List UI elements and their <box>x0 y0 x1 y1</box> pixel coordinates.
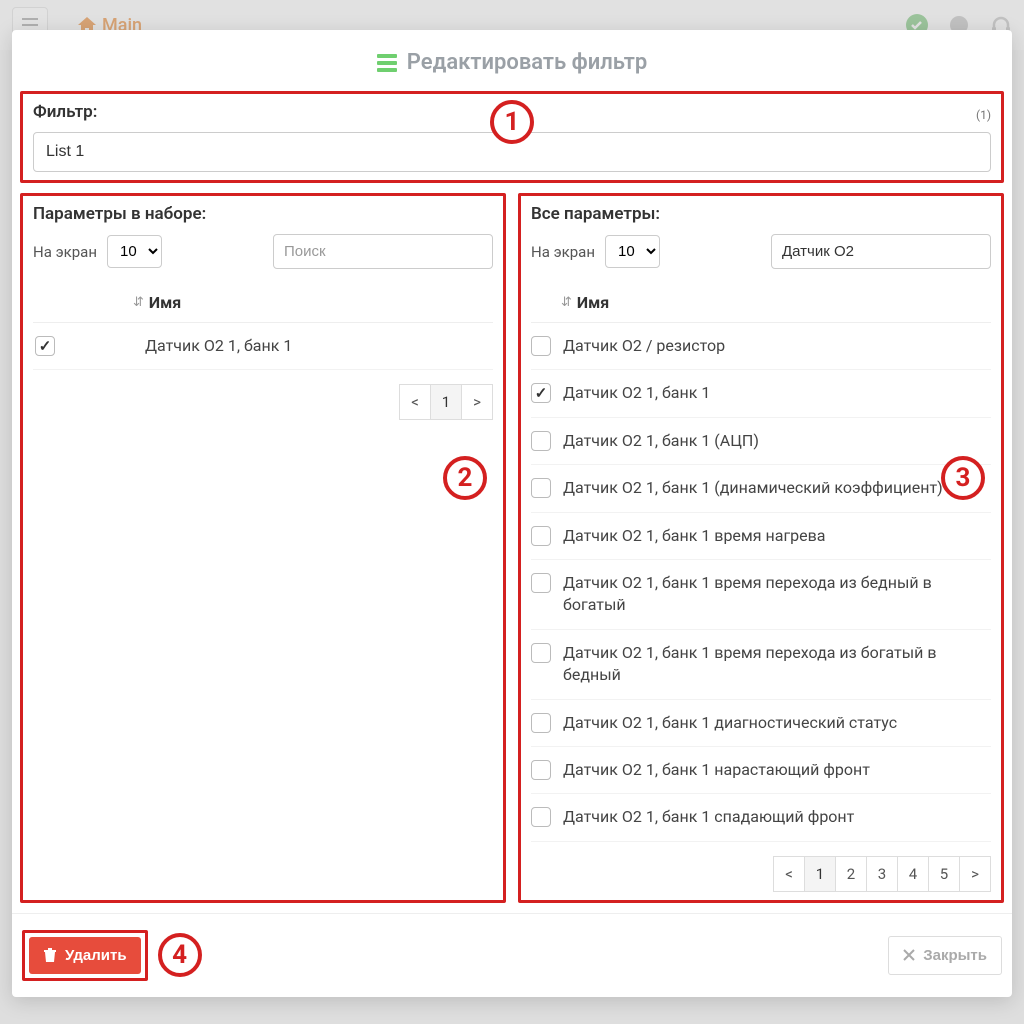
modal-title-text: Редактировать фильтр <box>407 50 647 75</box>
trash-icon <box>43 948 57 962</box>
param-label: Датчик O2 1, банк 1 нарастающий фронт <box>563 759 870 781</box>
param-row[interactable]: Датчик O2 1, банк 1 диагностический стат… <box>531 700 991 747</box>
filter-name-section: 1 Фильтр: (1) <box>20 91 1004 183</box>
filter-label: Фильтр: <box>33 102 97 122</box>
page-button[interactable]: 4 <box>897 856 929 892</box>
param-checkbox[interactable] <box>531 526 551 546</box>
params-in-set-panel: 2 Параметры в наборе: На экран 10 ⇵ Имя … <box>20 193 506 903</box>
page-button[interactable]: 1 <box>430 384 462 420</box>
panels-row: 2 Параметры в наборе: На экран 10 ⇵ Имя … <box>20 193 1004 903</box>
annotation-1: 1 <box>490 100 534 144</box>
param-checkbox[interactable] <box>531 760 551 780</box>
right-search-input[interactable] <box>771 234 991 269</box>
param-label: Датчик O2 1, банк 1 спадающий фронт <box>563 806 854 828</box>
params-in-set-title: Параметры в наборе: <box>33 204 493 224</box>
param-row[interactable]: Датчик O2 1, банк 1 время перехода из бо… <box>531 630 991 700</box>
annotation-3: 3 <box>941 456 985 500</box>
all-params-panel: 3 Все параметры: На экран 10 ⇵ Имя Датчи… <box>518 193 1004 903</box>
left-pagination-wrap: <1> <box>33 370 493 420</box>
param-label: Датчик O2 1, банк 1 (АЦП) <box>563 430 759 452</box>
left-param-list: Датчик O2 1, банк 1 <box>33 323 493 370</box>
param-label: Датчик O2 1, банк 1 время перехода из бе… <box>563 572 991 617</box>
param-row[interactable]: Датчик O2 1, банк 1 время нагрева <box>531 513 991 560</box>
delete-button-label: Удалить <box>65 947 127 964</box>
edit-filter-modal: Редактировать фильтр 1 Фильтр: (1) 2 Пар… <box>12 30 1012 997</box>
left-controls: На экран 10 <box>33 234 493 269</box>
param-label: Датчик O2 1, банк 1 время перехода из бо… <box>563 642 991 687</box>
sort-icon: ⇵ <box>133 295 143 310</box>
filter-icon <box>377 54 397 72</box>
delete-button[interactable]: Удалить <box>29 937 141 974</box>
right-page-size-select[interactable]: 10 <box>605 235 660 268</box>
param-label: Датчик O2 1, банк 1 (динамический коэффи… <box>563 477 943 499</box>
param-checkbox[interactable] <box>35 336 55 356</box>
param-row[interactable]: Датчик O2 1, банк 1 время перехода из бе… <box>531 560 991 630</box>
modal-footer: Удалить 4 Закрыть <box>12 913 1012 997</box>
param-row[interactable]: Датчик O2 1, банк 1 <box>33 323 493 370</box>
page-button[interactable]: < <box>773 856 805 892</box>
page-button[interactable]: > <box>461 384 493 420</box>
param-label: Датчик O2 1, банк 1 <box>145 335 292 357</box>
page-button[interactable]: 1 <box>804 856 836 892</box>
param-row[interactable]: Датчик O2 1, банк 1 (динамический коэффи… <box>531 465 991 512</box>
page-button[interactable]: 2 <box>835 856 867 892</box>
page-button[interactable]: < <box>399 384 431 420</box>
left-column-header[interactable]: ⇵ Имя <box>33 287 493 323</box>
page-button[interactable]: > <box>959 856 991 892</box>
sort-icon: ⇵ <box>561 295 571 310</box>
param-row[interactable]: Датчик O2 1, банк 1 спадающий фронт <box>531 794 991 841</box>
param-row[interactable]: Датчик O2 1, банк 1 <box>531 370 991 417</box>
param-label: Датчик O2 / резистор <box>563 335 725 357</box>
left-pagination: <1> <box>400 384 493 420</box>
param-label: Датчик O2 1, банк 1 <box>563 382 710 404</box>
param-checkbox[interactable] <box>531 478 551 498</box>
annotation-4: 4 <box>158 933 202 977</box>
close-button[interactable]: Закрыть <box>888 936 1002 975</box>
modal-title: Редактировать фильтр <box>12 30 1012 91</box>
right-pagination-wrap: <12345> <box>531 842 991 892</box>
close-button-label: Закрыть <box>923 947 987 964</box>
left-search-input[interactable] <box>273 234 493 269</box>
param-label: Датчик O2 1, банк 1 время нагрева <box>563 525 826 547</box>
param-checkbox[interactable] <box>531 383 551 403</box>
right-pagination: <12345> <box>774 856 991 892</box>
annotation-2: 2 <box>443 456 487 500</box>
param-checkbox[interactable] <box>531 807 551 827</box>
param-checkbox[interactable] <box>531 713 551 733</box>
right-column-header[interactable]: ⇵ Имя <box>531 287 991 323</box>
delete-button-annotation-wrap: Удалить <box>22 930 148 981</box>
page-button[interactable]: 5 <box>928 856 960 892</box>
right-per-page-label: На экран <box>531 243 595 261</box>
param-checkbox[interactable] <box>531 643 551 663</box>
param-checkbox[interactable] <box>531 431 551 451</box>
close-icon <box>903 949 915 961</box>
filter-count: (1) <box>976 108 991 122</box>
param-row[interactable]: Датчик O2 1, банк 1 (АЦП) <box>531 418 991 465</box>
all-params-title: Все параметры: <box>531 204 991 224</box>
left-col-name: Имя <box>149 293 181 312</box>
page-button[interactable]: 3 <box>866 856 898 892</box>
right-param-list: Датчик O2 / резистор Датчик O2 1, банк 1 Д… <box>531 323 991 842</box>
param-checkbox[interactable] <box>531 336 551 356</box>
param-row[interactable]: Датчик O2 1, банк 1 нарастающий фронт <box>531 747 991 794</box>
param-label: Датчик O2 1, банк 1 диагностический стат… <box>563 712 897 734</box>
right-col-name: Имя <box>577 293 609 312</box>
param-checkbox[interactable] <box>531 573 551 593</box>
param-row[interactable]: Датчик O2 / резистор <box>531 323 991 370</box>
left-page-size-select[interactable]: 10 <box>107 235 162 268</box>
left-per-page-label: На экран <box>33 243 97 261</box>
right-controls: На экран 10 <box>531 234 991 269</box>
